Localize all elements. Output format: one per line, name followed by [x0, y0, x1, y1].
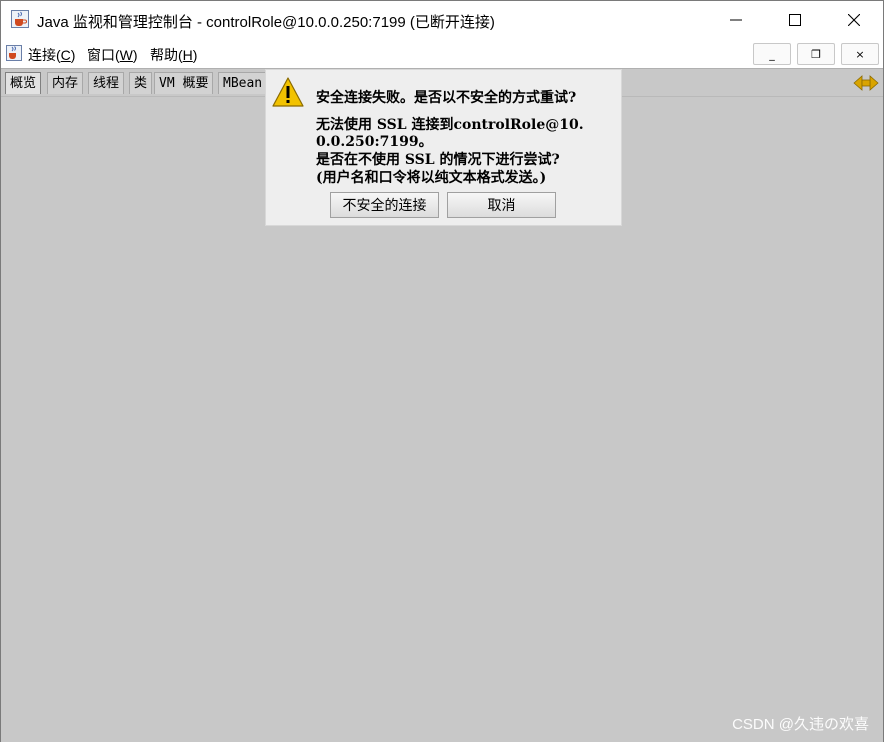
menu-window[interactable]: 窗口(W): [87, 45, 138, 65]
close-button[interactable]: [825, 1, 883, 39]
restore-icon: ❐: [811, 47, 821, 61]
cancel-button[interactable]: 取消: [447, 192, 556, 218]
tab-mbeans[interactable]: MBean: [218, 72, 268, 94]
dialog-message-line: 0.0.250:7199。: [316, 134, 433, 150]
menu-help[interactable]: 帮助(H): [150, 45, 197, 65]
maximize-button[interactable]: [766, 1, 824, 39]
inner-close-button[interactable]: ×: [841, 43, 879, 65]
close-icon: ×: [855, 47, 865, 61]
close-icon: [848, 14, 860, 26]
watermark: CSDN @久违の欢喜: [732, 716, 869, 733]
dialog-message-line: 是否在不使用 SSL 的情况下进行尝试?: [316, 152, 560, 168]
app-window: Java 监视和管理控制台 - controlRole@10.0.0.250:7…: [0, 0, 884, 742]
minimize-icon: _: [769, 47, 775, 61]
tab-scroll-arrows-icon[interactable]: [853, 75, 879, 91]
insecure-connect-button[interactable]: 不安全的连接: [330, 192, 439, 218]
dialog-message-line: (用户名和口令将以纯文本格式发送。): [316, 170, 547, 186]
java-cup-icon: [11, 10, 29, 28]
menu-bar: 连接(C) 窗口(W) 帮助(H) _ ❐ ×: [1, 39, 883, 67]
minimize-icon: [730, 19, 742, 21]
inner-minimize-button[interactable]: _: [753, 43, 791, 65]
maximize-icon: [789, 14, 801, 26]
tab-memory[interactable]: 内存: [47, 72, 84, 94]
tab-threads[interactable]: 线程: [88, 72, 125, 94]
ssl-warning-dialog: 安全连接失败。是否以不安全的方式重试? 无法使用 SSL 连接到controlR…: [265, 69, 622, 226]
tab-classes[interactable]: 类: [129, 72, 153, 94]
menu-connection[interactable]: 连接(C): [28, 45, 75, 65]
tab-vm-summary[interactable]: VM 概要: [154, 72, 214, 94]
title-bar[interactable]: Java 监视和管理控制台 - controlRole@10.0.0.250:7…: [1, 1, 883, 39]
dialog-heading: 安全连接失败。是否以不安全的方式重试?: [316, 90, 577, 106]
window-title: Java 监视和管理控制台 - controlRole@10.0.0.250:7…: [37, 14, 495, 31]
minimize-button[interactable]: [707, 1, 765, 39]
tab-overview[interactable]: 概览: [5, 72, 42, 94]
inner-restore-button[interactable]: ❐: [797, 43, 835, 65]
warning-icon: [272, 77, 304, 107]
java-cup-icon: [6, 45, 22, 61]
